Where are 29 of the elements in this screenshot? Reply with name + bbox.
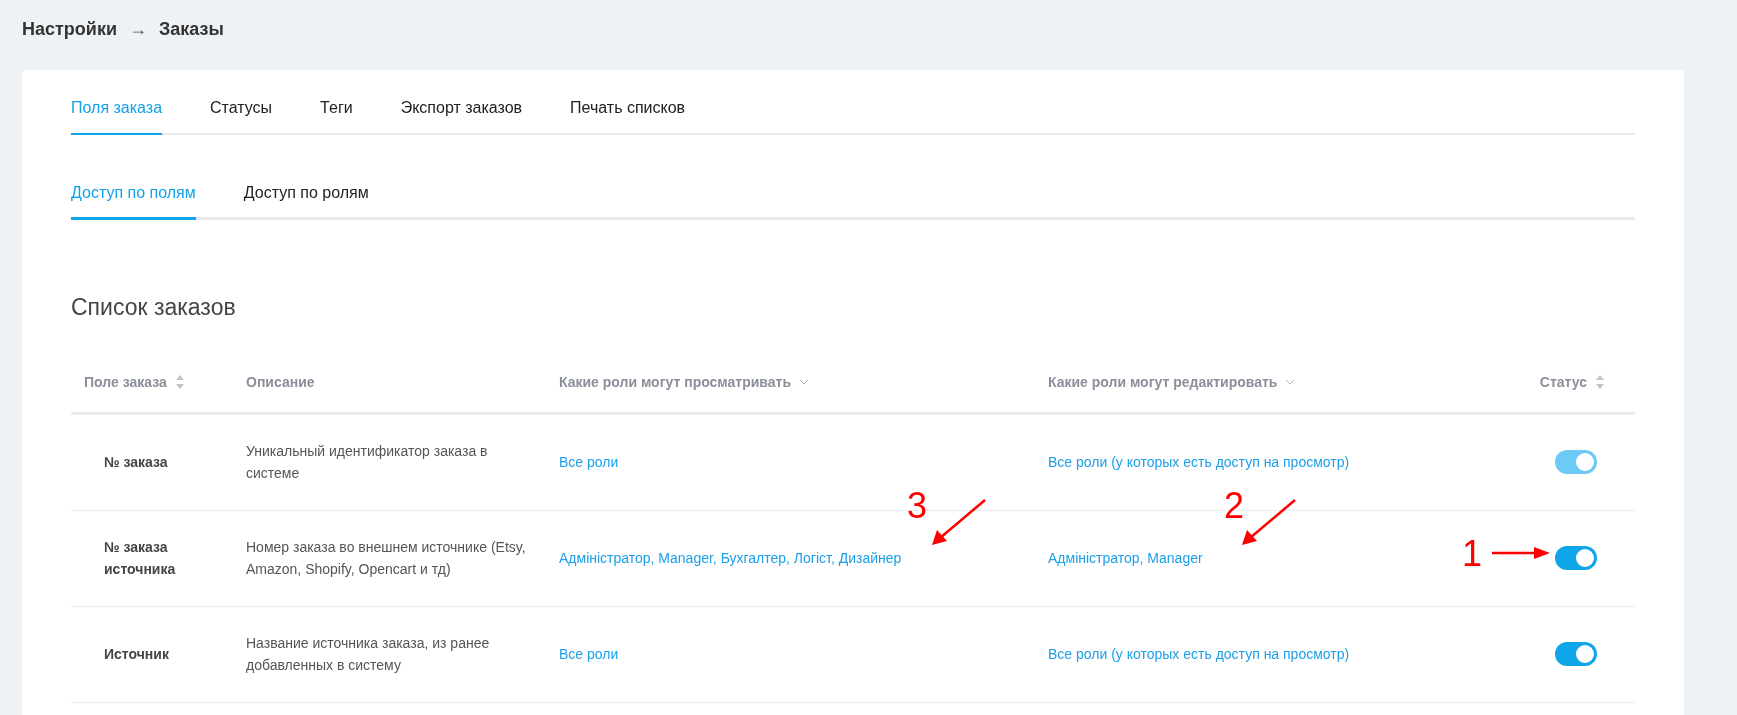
annotation-number: 2: [1224, 488, 1245, 524]
field-description: Название источника заказа, из ранее добавленных в систему: [246, 634, 491, 675]
column-header: Поле заказа: [84, 372, 167, 392]
tab[interactable]: Печать списков: [570, 96, 686, 135]
tab[interactable]: Поля заказа: [71, 96, 163, 135]
tab[interactable]: Доступ по полям: [71, 181, 196, 220]
tab[interactable]: Доступ по ролям: [243, 181, 369, 220]
column-header: Статус: [1539, 372, 1587, 392]
edit-roles-link[interactable]: Адміністратор, Manager: [1048, 549, 1203, 566]
column-header: Какие роли могут редактировать: [1048, 372, 1278, 392]
section-title: Список заказов: [71, 293, 237, 322]
view-roles-link[interactable]: Все роли: [559, 645, 619, 662]
view-roles-link[interactable]: Адміністратор, Manager, Бухгалтер, Логіст, Дизайнер: [559, 549, 902, 566]
tab[interactable]: Статусы: [210, 96, 273, 135]
breadcrumb-link[interactable]: Настройки: [22, 15, 117, 43]
field-name: № заказа источника: [104, 539, 176, 577]
column-header: Описание: [246, 372, 315, 392]
column-header: Какие роли могут просматривать: [559, 372, 791, 392]
edit-roles-link[interactable]: Все роли (у которых есть доступ на просмотр): [1048, 645, 1350, 662]
field-name: Источник: [104, 646, 169, 662]
page-title: Заказы: [158, 17, 224, 41]
field-description: Номер заказа во внешнем источнике (Etsy, Amazon, Shopify, Opencart и тд): [246, 538, 527, 579]
field-description: Уникальный идентификатор заказа в системе: [246, 442, 489, 483]
annotation-number: 3: [907, 488, 928, 524]
field-name: № заказа: [104, 454, 168, 470]
annotation-number: 1: [1462, 536, 1483, 572]
tab[interactable]: Экспорт заказов: [400, 96, 523, 135]
breadcrumb-separator: →: [128, 17, 147, 41]
tab[interactable]: Теги: [320, 96, 353, 135]
